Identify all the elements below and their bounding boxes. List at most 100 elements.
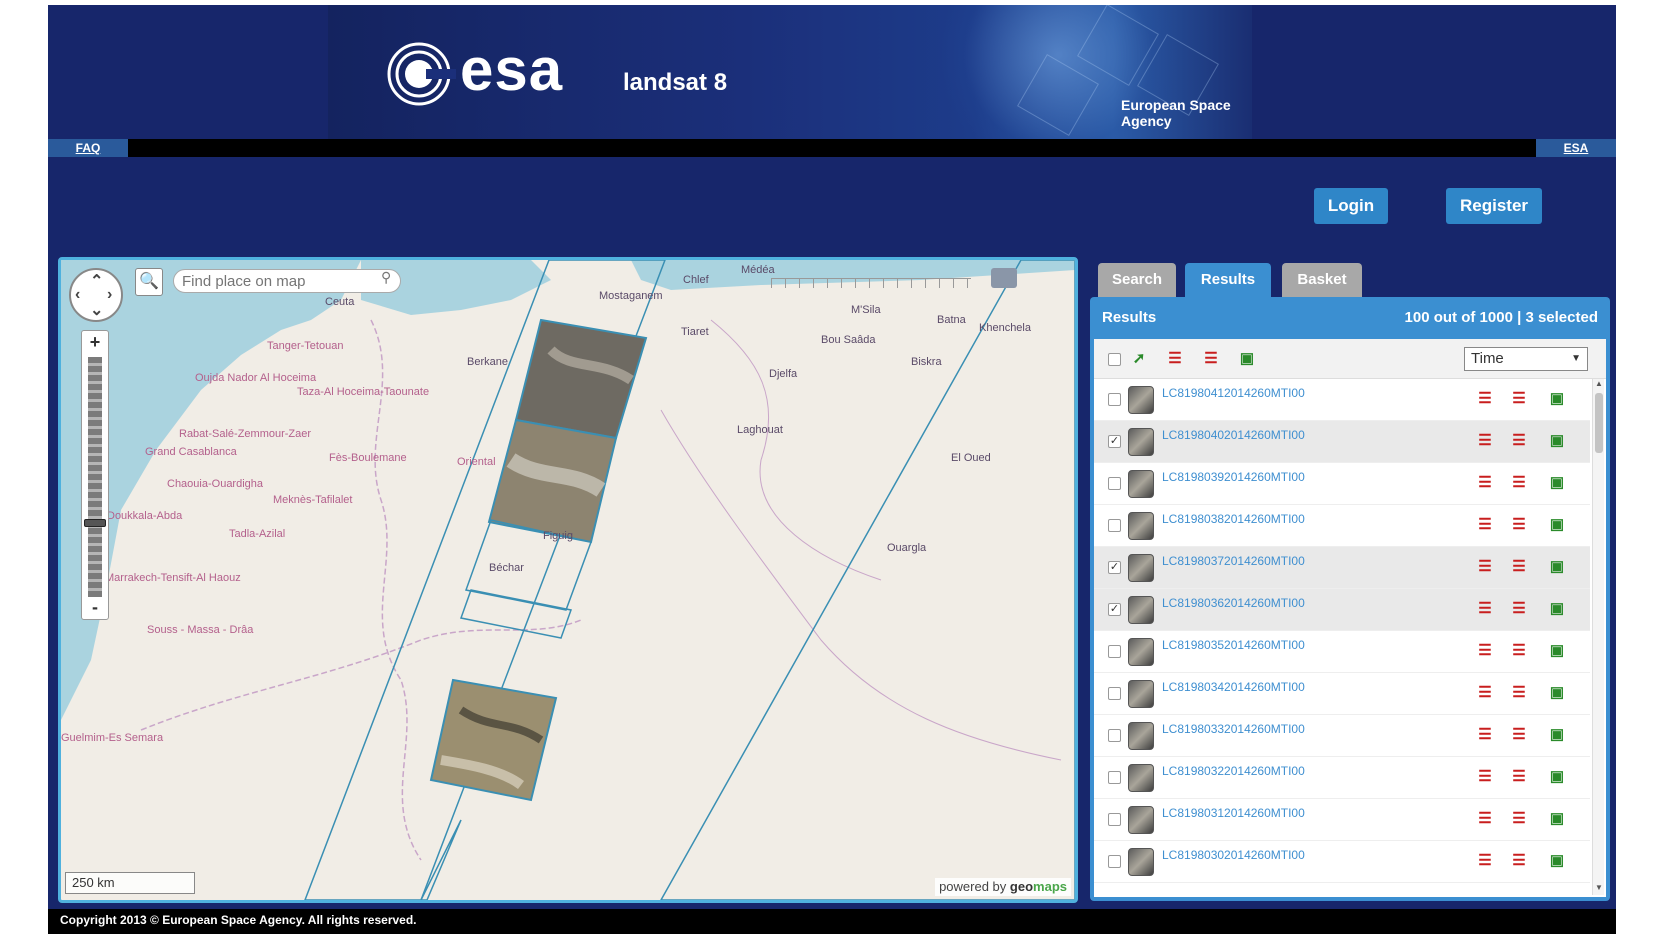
scroll-thumb[interactable] <box>1595 393 1603 453</box>
result-row[interactable]: LC81980352014260MTI00 ☰ ☰ ▣ <box>1094 631 1590 673</box>
preview-icon[interactable]: ☰ <box>1508 473 1530 493</box>
row-checkbox[interactable] <box>1108 645 1121 658</box>
preview-icon[interactable]: ☰ <box>1508 641 1530 661</box>
row-checkbox[interactable] <box>1108 477 1121 490</box>
scene-thumbnail[interactable] <box>1128 638 1154 666</box>
remove-from-view-icon[interactable]: ☰ <box>1164 349 1186 369</box>
add-to-basket-icon[interactable]: ▣ <box>1546 473 1568 493</box>
scene-thumbnail[interactable] <box>1128 428 1154 456</box>
place-search-input[interactable] <box>173 269 401 293</box>
select-all-checkbox[interactable] <box>1108 353 1121 366</box>
product-id-link[interactable]: LC81980382014260MTI00 <box>1162 512 1305 526</box>
result-row[interactable]: LC81980312014260MTI00 ☰ ☰ ▣ <box>1094 799 1590 841</box>
row-checkbox[interactable] <box>1108 687 1121 700</box>
row-checkbox[interactable] <box>1108 813 1121 826</box>
product-id-link[interactable]: LC81980412014260MTI00 <box>1162 386 1305 400</box>
product-id-link[interactable]: LC81980322014260MTI00 <box>1162 764 1305 778</box>
show-footprint-icon[interactable]: ☰ <box>1474 599 1496 619</box>
add-to-basket-icon[interactable]: ▣ <box>1546 515 1568 535</box>
add-to-basket-icon[interactable]: ▣ <box>1546 431 1568 451</box>
scene-thumbnail[interactable] <box>1128 470 1154 498</box>
result-row[interactable]: ✓ LC81980372014260MTI00 ☰ ☰ ▣ <box>1094 547 1590 589</box>
map-viewer[interactable]: Ceuta Tanger-Tetouan Oujda Nador Al Hoce… <box>58 257 1078 903</box>
result-row[interactable]: ✓ LC81980362014260MTI00 ☰ ☰ ▣ <box>1094 589 1590 631</box>
scroll-down-icon[interactable]: ▼ <box>1593 883 1605 895</box>
show-footprint-icon[interactable]: ☰ <box>1474 641 1496 661</box>
zoom-in-button[interactable]: + <box>82 331 108 353</box>
pan-down-icon[interactable]: ⌄ <box>90 300 103 320</box>
tab-results[interactable]: Results <box>1185 263 1271 297</box>
add-to-basket-icon[interactable]: ▣ <box>1546 557 1568 577</box>
zoom-out-button[interactable]: - <box>82 597 108 619</box>
product-id-link[interactable]: LC81980342014260MTI00 <box>1162 680 1305 694</box>
product-id-link[interactable]: LC81980372014260MTI00 <box>1162 554 1305 568</box>
result-row[interactable]: LC81980322014260MTI00 ☰ ☰ ▣ <box>1094 757 1590 799</box>
show-footprint-icon[interactable]: ☰ <box>1474 473 1496 493</box>
show-footprint-icon[interactable]: ☰ <box>1474 725 1496 745</box>
zoom-box-icon[interactable]: 🔍 <box>135 268 163 296</box>
preview-icon[interactable]: ☰ <box>1508 809 1530 829</box>
search-icon[interactable]: ⚲ <box>381 269 391 286</box>
register-button[interactable]: Register <box>1446 188 1542 224</box>
product-id-link[interactable]: LC81980352014260MTI00 <box>1162 638 1305 652</box>
scroll-up-icon[interactable]: ▲ <box>1593 379 1605 391</box>
show-footprint-icon[interactable]: ☰ <box>1474 683 1496 703</box>
scene-thumbnail[interactable] <box>1128 722 1154 750</box>
product-id-link[interactable]: LC81980362014260MTI00 <box>1162 596 1305 610</box>
add-to-basket-icon[interactable]: ▣ <box>1546 641 1568 661</box>
faq-link[interactable]: FAQ <box>48 139 128 157</box>
show-footprint-icon[interactable]: ☰ <box>1474 809 1496 829</box>
result-row[interactable]: LC81980412014260MTI00 ☰ ☰ ▣ <box>1094 379 1590 421</box>
row-checkbox[interactable]: ✓ <box>1108 435 1121 448</box>
scene-thumbnail[interactable] <box>1128 848 1154 876</box>
pan-right-icon[interactable]: › <box>107 286 112 304</box>
result-row[interactable]: LC81980392014260MTI00 ☰ ☰ ▣ <box>1094 463 1590 505</box>
tab-basket[interactable]: Basket <box>1282 263 1362 297</box>
scene-thumbnail[interactable] <box>1128 596 1154 624</box>
sort-select[interactable]: Time ▼ <box>1464 347 1588 371</box>
result-row[interactable]: ✓ LC81980402014260MTI00 ☰ ☰ ▣ <box>1094 421 1590 463</box>
scene-thumbnail[interactable] <box>1128 764 1154 792</box>
preview-icon[interactable]: ☰ <box>1508 767 1530 787</box>
show-footprint-icon[interactable]: ☰ <box>1474 851 1496 871</box>
scene-thumbnail[interactable] <box>1128 512 1154 540</box>
add-to-basket-icon[interactable]: ▣ <box>1546 725 1568 745</box>
print-icon[interactable] <box>991 268 1017 288</box>
pan-up-icon[interactable]: ⌃ <box>90 271 103 291</box>
result-row[interactable]: LC81980332014260MTI00 ☰ ☰ ▣ <box>1094 715 1590 757</box>
row-checkbox[interactable] <box>1108 855 1121 868</box>
product-id-link[interactable]: LC81980312014260MTI00 <box>1162 806 1305 820</box>
preview-icon[interactable]: ☰ <box>1508 683 1530 703</box>
scene-thumbnail[interactable] <box>1128 554 1154 582</box>
preview-icon[interactable]: ☰ <box>1508 557 1530 577</box>
zoom-handle[interactable] <box>84 519 106 527</box>
pan-left-icon[interactable]: ‹ <box>75 286 80 304</box>
row-checkbox[interactable]: ✓ <box>1108 561 1121 574</box>
preview-icon[interactable]: ☰ <box>1508 431 1530 451</box>
login-button[interactable]: Login <box>1314 188 1388 224</box>
zoom-slider[interactable]: + - <box>81 330 109 620</box>
product-id-link[interactable]: LC81980332014260MTI00 <box>1162 722 1305 736</box>
row-checkbox[interactable] <box>1108 729 1121 742</box>
row-checkbox[interactable] <box>1108 519 1121 532</box>
add-to-basket-icon[interactable]: ▣ <box>1546 851 1568 871</box>
product-id-link[interactable]: LC81980402014260MTI00 <box>1162 428 1305 442</box>
result-row[interactable]: LC81980382014260MTI00 ☰ ☰ ▣ <box>1094 505 1590 547</box>
row-checkbox[interactable] <box>1108 393 1121 406</box>
preview-icon[interactable]: ☰ <box>1508 851 1530 871</box>
add-to-basket-icon[interactable]: ▣ <box>1236 349 1258 369</box>
product-id-link[interactable]: LC81980302014260MTI00 <box>1162 848 1305 862</box>
add-to-basket-icon[interactable]: ▣ <box>1546 389 1568 409</box>
remove-selected-icon[interactable]: ☰ <box>1200 349 1222 369</box>
add-to-basket-icon[interactable]: ▣ <box>1546 599 1568 619</box>
result-row[interactable]: LC81980342014260MTI00 ☰ ☰ ▣ <box>1094 673 1590 715</box>
product-id-link[interactable]: LC81980392014260MTI00 <box>1162 470 1305 484</box>
pan-control[interactable]: ⌃ ⌄ ‹ › <box>69 268 123 322</box>
add-to-basket-icon[interactable]: ▣ <box>1546 767 1568 787</box>
show-footprint-icon[interactable]: ☰ <box>1474 431 1496 451</box>
add-to-basket-icon[interactable]: ▣ <box>1546 809 1568 829</box>
row-checkbox[interactable]: ✓ <box>1108 603 1121 616</box>
scene-thumbnail[interactable] <box>1128 386 1154 414</box>
preview-icon[interactable]: ☰ <box>1508 599 1530 619</box>
result-row[interactable]: LC81980302014260MTI00 ☰ ☰ ▣ <box>1094 841 1590 883</box>
